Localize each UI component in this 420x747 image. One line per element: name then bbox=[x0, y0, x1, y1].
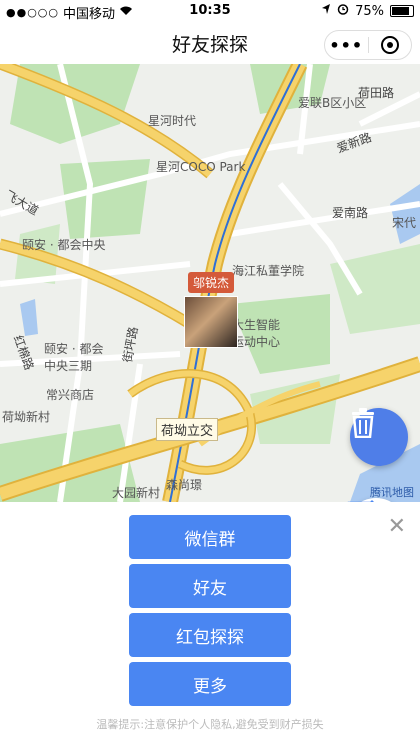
poi-changxing[interactable]: 常兴商店 bbox=[46, 386, 94, 403]
wechat-group-button[interactable]: 微信群 bbox=[129, 515, 291, 559]
road-aidong: 爱南路 bbox=[332, 206, 369, 220]
status-bar: ●●○○○ 中国移动 10:35 75% bbox=[0, 0, 420, 22]
poi-sen-shang[interactable]: 森尚璟 bbox=[166, 476, 202, 493]
status-right: 75% bbox=[321, 3, 414, 19]
friend-marker-avatar[interactable] bbox=[184, 296, 238, 348]
poi-ailian[interactable]: 爱联B区小区 bbox=[298, 94, 366, 111]
close-icon[interactable]: ✕ bbox=[388, 516, 406, 538]
poi-hekan-new[interactable]: 荷坳新村 bbox=[2, 408, 50, 425]
poi-xinghe-coco[interactable]: 星河COCO Park bbox=[156, 158, 245, 175]
poi-songfei[interactable]: 宋代 bbox=[392, 214, 416, 231]
poi-haijiang[interactable]: 海江私董学院 bbox=[232, 262, 304, 279]
map-view[interactable]: 星河时代 星河COCO Park 爱联B区小区 爱新路 爱南路 荷田路 飞大道 … bbox=[0, 64, 420, 502]
poi-dayuan[interactable]: 大园新村 bbox=[112, 484, 160, 501]
target-icon bbox=[380, 36, 399, 54]
nav-bar: 好友探探 ••• bbox=[0, 22, 420, 64]
location-icon bbox=[321, 3, 331, 19]
mini-program-capsule: ••• bbox=[324, 30, 412, 60]
clear-button[interactable] bbox=[350, 408, 408, 466]
battery-percent: 75% bbox=[355, 3, 384, 19]
red-packet-button[interactable]: 红包探探 bbox=[129, 613, 291, 657]
poi-yian-center[interactable]: 颐安 · 都会中央 bbox=[22, 236, 105, 253]
road-zhantian: 荷田路 bbox=[358, 86, 395, 100]
friend-marker-name[interactable]: 邬锐杰 bbox=[188, 272, 235, 293]
more-button[interactable]: ••• bbox=[325, 36, 368, 55]
more-options-button[interactable]: 更多 bbox=[129, 662, 291, 706]
share-panel: ✕ 微信群 好友 红包探探 更多 温馨提示:注意保护个人隐私,避免受到财产损失 bbox=[0, 502, 420, 747]
poi-yian-3[interactable]: 颐安 · 都会 中央三期 bbox=[44, 340, 103, 374]
trash-icon bbox=[352, 408, 374, 438]
privacy-tip: 温馨提示:注意保护个人隐私,避免受到财产损失 bbox=[96, 718, 324, 731]
alarm-icon bbox=[337, 3, 349, 19]
poi-dasheng[interactable]: 大生智能 运动中心 bbox=[232, 316, 280, 350]
poi-xinghe-times[interactable]: 星河时代 bbox=[148, 112, 196, 129]
battery-icon bbox=[390, 5, 414, 17]
close-program-button[interactable] bbox=[369, 36, 412, 54]
friends-button[interactable]: 好友 bbox=[129, 564, 291, 608]
poi-hekan-interchange[interactable]: 荷坳立交 bbox=[156, 418, 219, 441]
